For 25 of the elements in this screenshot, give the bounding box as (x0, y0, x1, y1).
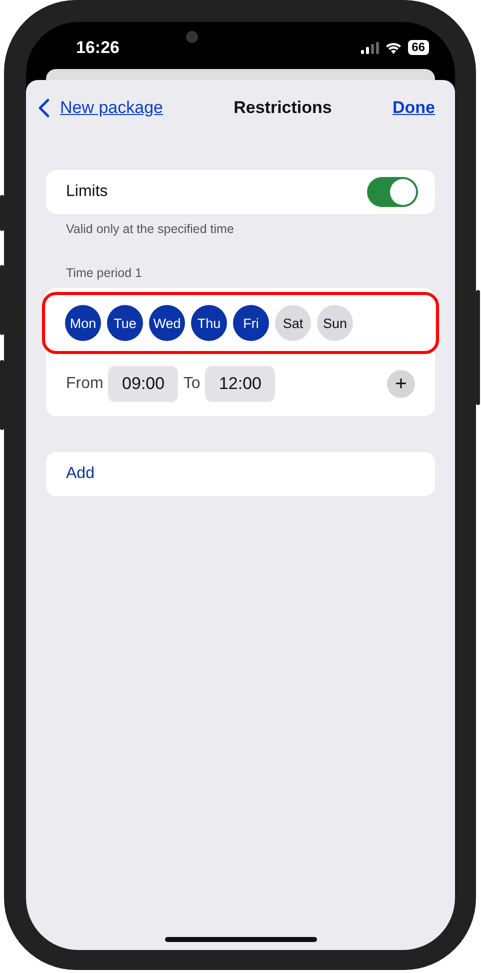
day-toggle[interactable]: Tue (107, 305, 143, 341)
time-field[interactable]: 09:00 (108, 366, 178, 402)
signal-icon (360, 42, 379, 54)
add-time-button[interactable]: + (387, 370, 415, 398)
day-toggle[interactable]: Wed (149, 305, 185, 341)
day-toggle[interactable]: Fri (233, 305, 269, 341)
limits-label: Limits (66, 183, 108, 201)
day-toggle[interactable]: Sun (317, 305, 353, 341)
from-label: From (66, 375, 104, 393)
back-chevron-icon (38, 98, 50, 118)
day-toggle[interactable]: Sat (275, 305, 311, 341)
section-title: Time period 1 (66, 266, 143, 280)
back-link[interactable]: New package (38, 98, 164, 118)
limits-caption: Valid only at the specified time (66, 222, 235, 236)
day-toggle[interactable]: Thu (191, 305, 227, 341)
status-time: 16:26 (76, 38, 120, 58)
done-link[interactable]: Done (392, 98, 435, 118)
time-field[interactable]: 12:00 (205, 366, 276, 402)
to-label: To (183, 375, 200, 393)
page-title: Restrictions (234, 98, 332, 118)
day-toggle[interactable]: Mon (65, 305, 101, 341)
battery-level: 66 (408, 40, 429, 55)
limits-toggle[interactable] (367, 177, 418, 207)
wifi-icon (384, 42, 402, 54)
add-button[interactable]: Add (46, 452, 435, 496)
